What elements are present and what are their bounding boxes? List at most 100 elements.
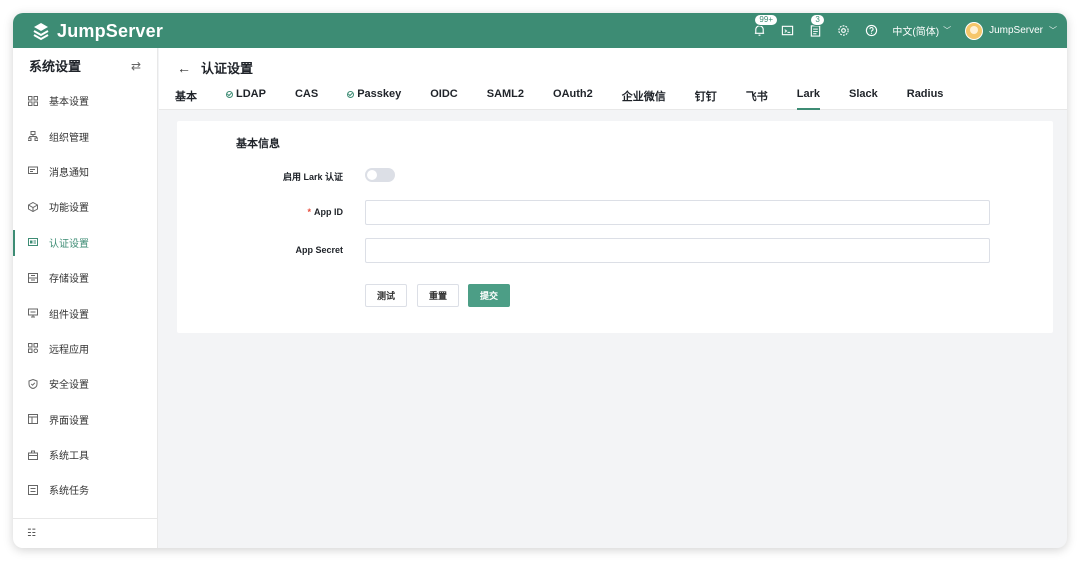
sidebar-item-features[interactable]: 功能设置 <box>13 189 157 224</box>
breadcrumb: ← 认证设置 <box>177 58 253 77</box>
terminal-button[interactable] <box>780 24 794 38</box>
app-secret-input[interactable] <box>365 238 990 263</box>
user-menu[interactable]: JumpServer ﹀ <box>965 21 1057 40</box>
test-button[interactable]: 测试 <box>365 284 407 307</box>
sidebar-item-label: 组织管理 <box>49 132 89 144</box>
tab-label: 飞书 <box>745 91 768 103</box>
settings-form-card: 基本信息 启用 Lark 认证 * App ID App Secret 测试 重置… <box>177 121 1053 333</box>
sidebar-item-label: 组件设置 <box>49 309 89 321</box>
tab-label: 基本 <box>175 91 197 103</box>
tab-label: SAML2 <box>486 88 525 100</box>
tab-radius[interactable]: Radius <box>907 88 944 110</box>
tab-oauth2[interactable]: OAuth2 <box>553 88 593 110</box>
sidebar-item-label: 远程应用 <box>49 344 89 356</box>
sidebar-item-message[interactable]: 消息通知 <box>13 154 157 189</box>
enable-lark-label: 启用 Lark 认证 <box>282 172 343 182</box>
check-circle-icon <box>226 91 233 98</box>
tab-label: Slack <box>849 88 878 100</box>
tab-label: OIDC <box>430 88 458 100</box>
sidebar-item-label: 界面设置 <box>49 415 89 427</box>
main-content: ← 认证设置 基本 LDAP CAS Passkey OIDC SAML2 OA… <box>159 48 1067 548</box>
app-secret-label: App Secret <box>295 245 343 255</box>
check-circle-icon <box>347 91 355 98</box>
tab-ldap[interactable]: LDAP <box>226 88 266 110</box>
tab-dingtalk[interactable]: 钉钉 <box>695 88 717 110</box>
language-label: 中文(简体) <box>892 27 940 38</box>
page-header: ← 认证设置 基本 LDAP CAS Passkey OIDC SAML2 OA… <box>159 48 1067 110</box>
settings-button[interactable] <box>836 24 850 38</box>
app-name: JumpServer <box>57 20 164 41</box>
component-icon <box>27 307 39 319</box>
sidebar-item-remote-apps[interactable]: 远程应用 <box>13 331 157 366</box>
language-selector[interactable]: 中文(简体) ﹀ <box>892 23 951 38</box>
section-title: 基本信息 <box>236 138 280 150</box>
required-mark: * <box>307 207 311 217</box>
id-card-icon <box>27 236 39 248</box>
tab-cas[interactable]: CAS <box>295 88 318 110</box>
collapse-icon: ☷ <box>27 528 36 539</box>
sidebar-item-tools[interactable]: 系统工具 <box>13 437 157 472</box>
tab-oidc[interactable]: OIDC <box>430 88 458 110</box>
tab-slack[interactable]: Slack <box>849 88 878 110</box>
submit-button[interactable]: 提交 <box>468 284 510 307</box>
sidebar-item-label: 消息通知 <box>49 167 89 179</box>
org-icon <box>27 130 39 142</box>
tab-label: Radius <box>906 88 944 100</box>
swap-icon[interactable]: ⇄ <box>131 59 141 73</box>
sidebar-item-basic[interactable]: 基本设置 <box>13 83 157 118</box>
app-id-input[interactable] <box>365 200 990 225</box>
tab-passkey[interactable]: Passkey <box>347 88 401 110</box>
chevron-down-icon: ﹀ <box>943 26 952 35</box>
sidebar-item-label: 系统工具 <box>49 451 89 463</box>
notifications-button[interactable]: 99+ <box>752 13 778 38</box>
tab-label: LDAP <box>236 88 266 100</box>
sidebar-item-tasks[interactable]: 系统任务 <box>13 472 157 507</box>
back-arrow-icon[interactable]: ← <box>177 60 191 76</box>
sidebar: 系统设置 ⇄ 基本设置 组织管理 消息通知 功能设置 认证设置 存储设置 组件设… <box>13 48 158 548</box>
avatar <box>965 21 984 40</box>
page-title: 认证设置 <box>201 61 254 76</box>
tab-basic[interactable]: 基本 <box>175 88 197 110</box>
jumpserver-logo-icon <box>33 23 49 41</box>
sidebar-item-auth[interactable]: 认证设置 <box>13 225 157 260</box>
clipboard-icon <box>810 25 821 37</box>
app-logo[interactable]: JumpServer <box>31 20 163 42</box>
sidebar-item-security[interactable]: 安全设置 <box>13 366 157 401</box>
sidebar-collapse-button[interactable]: ☷ <box>13 518 158 548</box>
sidebar-item-label: 系统任务 <box>49 486 89 498</box>
sidebar-item-interface[interactable]: 界面设置 <box>13 402 157 437</box>
tasks-button[interactable]: 3 <box>808 13 825 38</box>
tab-lark[interactable]: Lark <box>796 88 821 110</box>
reset-button[interactable]: 重置 <box>417 284 459 307</box>
gear-icon <box>838 25 849 36</box>
help-button[interactable] <box>864 24 878 38</box>
tab-feishu[interactable]: 飞书 <box>746 88 768 110</box>
sidebar-item-label: 功能设置 <box>49 203 89 215</box>
app-id-label-text: App ID <box>314 207 343 217</box>
app-window: JumpServer 99+ 3 中文(简体) ﹀ JumpServer ﹀ 系… <box>13 13 1067 548</box>
layout-icon <box>27 413 39 425</box>
bell-icon <box>754 25 765 36</box>
toolbox-icon <box>27 449 39 461</box>
sidebar-item-org[interactable]: 组织管理 <box>13 118 157 153</box>
terminal-icon <box>781 25 794 36</box>
app-id-label: * App ID <box>307 207 343 217</box>
sidebar-header: 系统设置 ⇄ <box>13 48 157 83</box>
sidebar-item-label: 认证设置 <box>49 238 89 250</box>
sidebar-title: 系统设置 <box>29 59 82 74</box>
sidebar-item-storage[interactable]: 存储设置 <box>13 260 157 295</box>
notifications-badge: 99+ <box>754 13 778 26</box>
tab-label: Passkey <box>357 88 402 100</box>
tab-wecom[interactable]: 企业微信 <box>622 88 666 110</box>
tab-saml2[interactable]: SAML2 <box>487 88 524 110</box>
auth-tabs: 基本 LDAP CAS Passkey OIDC SAML2 OAuth2 企业… <box>175 88 972 110</box>
enable-lark-toggle[interactable] <box>365 168 395 182</box>
sidebar-item-components[interactable]: 组件设置 <box>13 295 157 330</box>
tasks-badge: 3 <box>810 13 825 26</box>
shield-icon <box>27 378 39 390</box>
sidebar-item-label: 安全设置 <box>49 380 89 392</box>
tab-label: CAS <box>294 88 319 100</box>
tab-label: Lark <box>796 88 820 100</box>
cube-icon <box>27 201 39 213</box>
tab-label: 企业微信 <box>621 91 666 103</box>
